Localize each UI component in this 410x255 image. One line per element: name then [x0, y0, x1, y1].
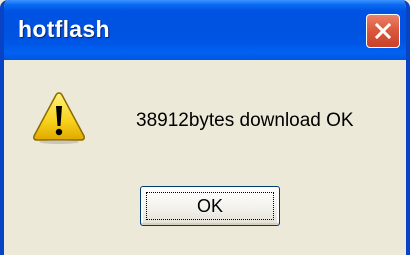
message-text: 38912bytes download OK	[136, 110, 354, 131]
title-bar[interactable]: hotflash	[4, 0, 406, 60]
ok-button-label: OK	[196, 195, 223, 216]
ok-button[interactable]: OK	[140, 186, 280, 226]
dialog-body: 38912bytes download OK OK	[4, 60, 406, 255]
warning-icon	[33, 92, 85, 144]
window-title: hotflash	[18, 16, 110, 42]
dialog-window: hotflash 38912bytes download OK OK	[0, 0, 410, 255]
close-x-icon	[374, 22, 392, 40]
close-button[interactable]	[366, 14, 400, 48]
